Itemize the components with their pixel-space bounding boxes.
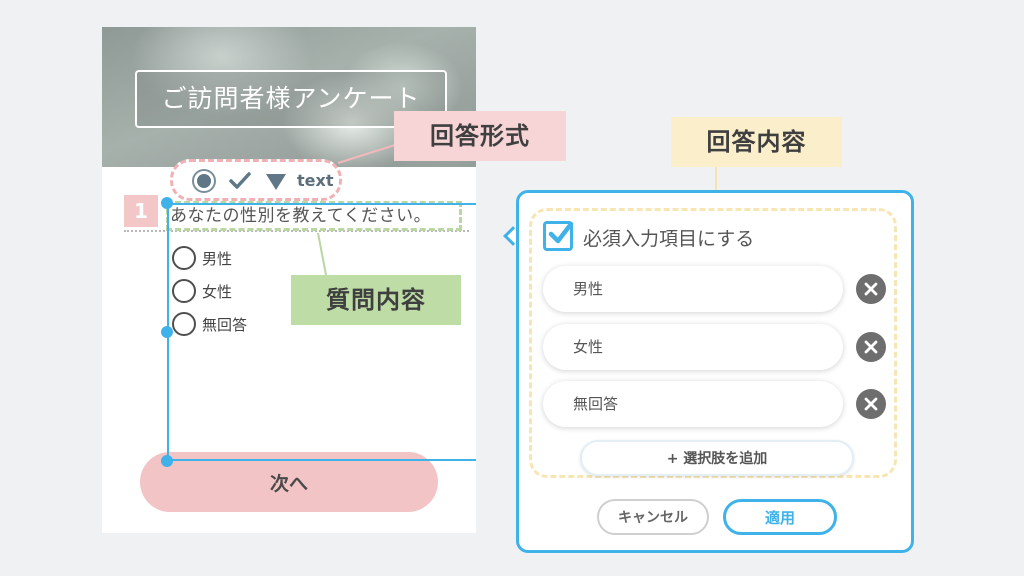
choice-input[interactable]: 男性 bbox=[543, 266, 843, 312]
check-icon bbox=[548, 221, 573, 244]
required-checkbox[interactable] bbox=[543, 221, 573, 251]
choice-input[interactable]: 無回答 bbox=[543, 381, 843, 427]
resize-handle[interactable] bbox=[161, 326, 173, 338]
dropdown-type-icon[interactable] bbox=[265, 173, 287, 191]
add-choice-button[interactable]: + 選択肢を追加 bbox=[580, 440, 854, 476]
radio-type-icon[interactable] bbox=[192, 169, 216, 193]
apply-button[interactable]: 適用 bbox=[723, 499, 837, 535]
question-number: 1 bbox=[124, 195, 158, 227]
checkbox-type-icon[interactable] bbox=[228, 171, 252, 191]
remove-choice-icon[interactable] bbox=[856, 274, 886, 304]
answer-edit-panel: 必須入力項目にする 男性 女性 無回答 + 選択肢を追加 キャンセル 適用 bbox=[516, 190, 914, 553]
callout-question-content: 質問内容 bbox=[291, 275, 461, 325]
cancel-button[interactable]: キャンセル bbox=[597, 499, 709, 535]
callout-answer-format: 回答形式 bbox=[394, 111, 566, 161]
answer-type-selector: text bbox=[170, 159, 342, 201]
callout-answer-content: 回答内容 bbox=[671, 117, 842, 167]
resize-handle[interactable] bbox=[161, 197, 173, 209]
next-button[interactable]: 次へ bbox=[140, 452, 438, 512]
choice-input[interactable]: 女性 bbox=[543, 324, 843, 370]
required-label: 必須入力項目にする bbox=[583, 228, 755, 250]
resize-handle[interactable] bbox=[161, 455, 173, 467]
question-selection-box[interactable] bbox=[167, 203, 476, 461]
remove-choice-icon[interactable] bbox=[856, 332, 886, 362]
text-type-button[interactable]: text bbox=[297, 171, 333, 190]
remove-choice-icon[interactable] bbox=[856, 389, 886, 419]
